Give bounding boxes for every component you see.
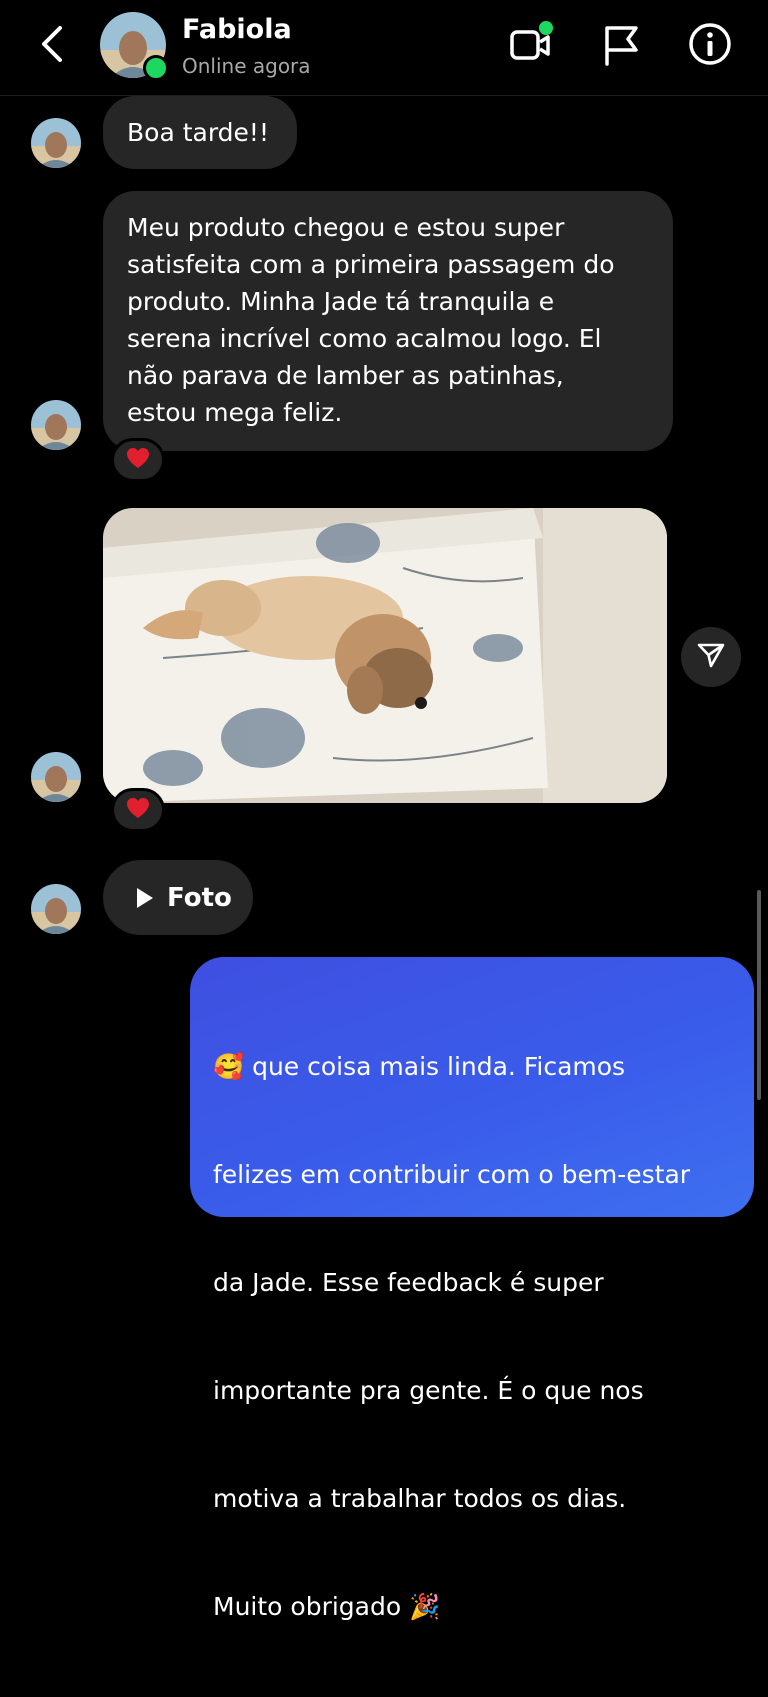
online-status-dot [143,55,169,81]
share-button[interactable] [681,627,741,687]
smiling-face-emoji: 🥰 [213,1052,245,1081]
video-call-icon[interactable] [506,20,554,68]
heart-reaction[interactable] [111,788,165,832]
scrollbar[interactable] [757,890,761,1100]
video-message[interactable]: Foto [103,860,253,935]
message-bubble[interactable]: Meu produto chegou e estou super satisfe… [103,191,673,451]
video-label: Foto [167,882,232,913]
sent-message-bubble[interactable]: 🥰 que coisa mais linda. Ficamos felizes … [190,957,754,1621]
chat-header: Fabiola Online agora [0,0,768,96]
chevron-left-icon[interactable] [34,22,74,66]
contact-status: Online agora [182,54,311,78]
contact-avatar-small[interactable] [31,118,81,168]
contact-avatar-small[interactable] [31,400,81,450]
contact-avatar-small[interactable] [31,884,81,934]
play-icon [135,886,155,910]
message-bubble[interactable]: Boa tarde!! [103,96,297,169]
flag-icon[interactable] [598,20,646,68]
contact-name[interactable]: Fabiola [182,14,292,45]
party-popper-emoji: 🎉 [409,1592,441,1621]
heart-icon [125,446,151,474]
info-icon[interactable] [686,20,734,68]
send-icon [696,640,726,674]
message-text: Meu produto chegou e estou super satisfe… [127,213,615,427]
message-text: Boa tarde!! [127,118,269,147]
heart-reaction[interactable] [111,438,165,482]
photo-message[interactable] [103,508,667,803]
message-text: 🥰 que coisa mais linda. Ficamos felizes … [213,1052,691,1621]
contact-avatar-small[interactable] [31,752,81,802]
heart-icon [125,796,151,824]
